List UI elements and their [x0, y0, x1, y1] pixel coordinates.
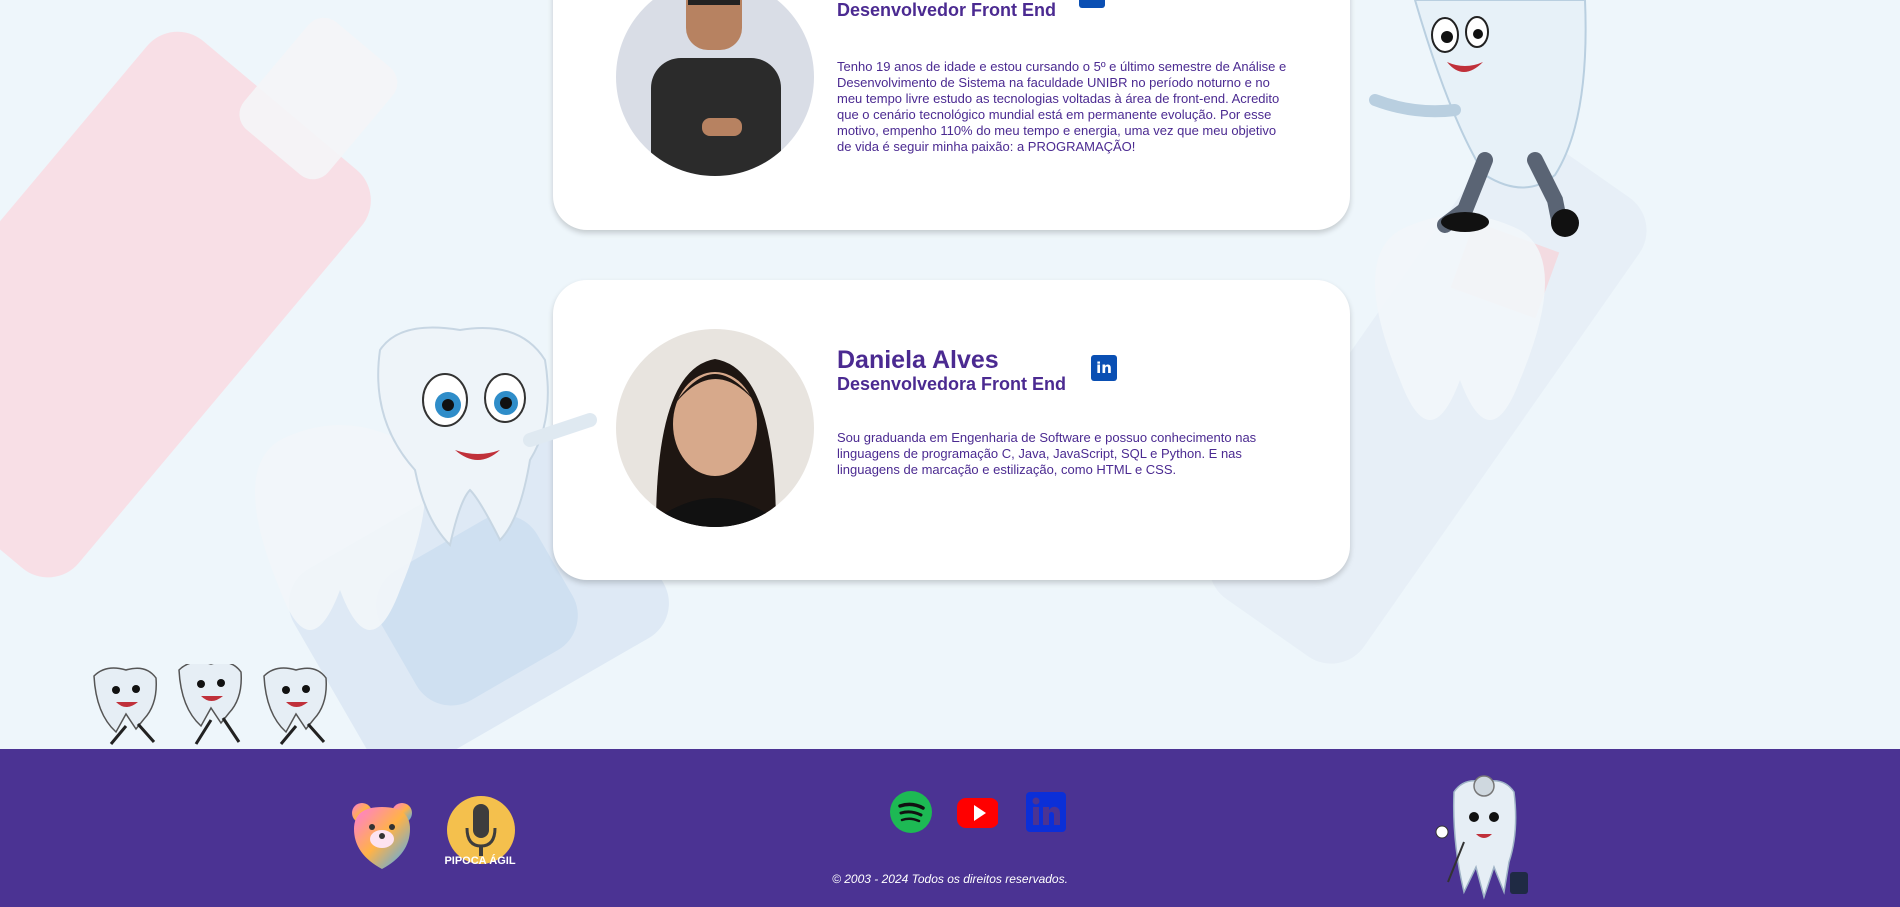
linkedin-icon[interactable] [1025, 791, 1067, 833]
member-bio: Sou graduanda em Engenharia de Software … [837, 430, 1257, 477]
tooth-mascot-pointing [377, 326, 597, 547]
member-role: Desenvolvedora Front End [837, 374, 1067, 394]
spotify-icon[interactable] [890, 791, 932, 833]
copyright-text: © 2003 - 2024 Todos os direitos reservad… [832, 872, 1068, 886]
member-photo [616, 0, 814, 176]
site-footer: PIPOCA ÁGIL © 2003 - 2024 Todos os direi… [0, 749, 1900, 907]
bear-logo-icon[interactable] [350, 799, 414, 871]
youtube-icon[interactable] [956, 791, 998, 833]
podcast-logo-text: PIPOCA ÁGIL [444, 855, 516, 867]
team-member-card: Desenvolvedor Front End in Tenho 19 anos… [553, 0, 1350, 230]
member-role: Desenvolvedor Front End [837, 0, 1057, 20]
member-name: Daniela Alves [837, 346, 999, 374]
member-photo [616, 329, 814, 527]
linkedin-icon[interactable]: in [1079, 0, 1105, 8]
tooth-mascot-walking [1369, 0, 1587, 237]
member-bio: Tenho 19 anos de idade e estou cursando … [837, 59, 1287, 154]
linkedin-icon[interactable]: in [1091, 355, 1117, 381]
running-teeth-mascots [93, 664, 327, 745]
team-member-card: Daniela Alves Desenvolvedora Front End i… [553, 280, 1350, 580]
tooth-doctor-mascot [1435, 775, 1528, 900]
